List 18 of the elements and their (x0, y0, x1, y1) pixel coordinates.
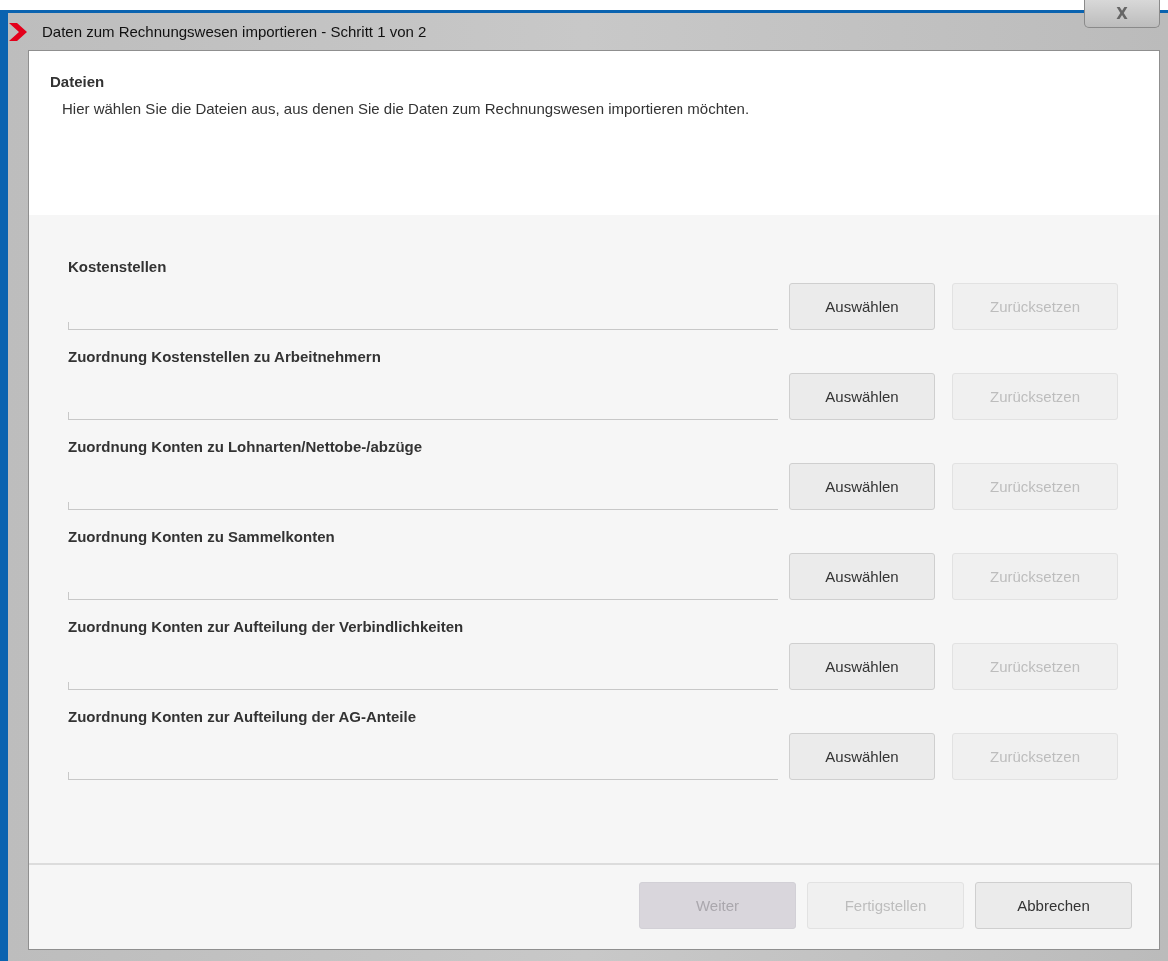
select-button[interactable]: Auswählen (789, 463, 935, 510)
field-label: Zuordnung Konten zu Sammelkonten (68, 527, 335, 547)
select-button[interactable]: Auswählen (789, 373, 935, 420)
select-button[interactable]: Auswählen (789, 553, 935, 600)
section-description: Hier wählen Sie die Dateien aus, aus denen Sie die Daten zum Rechnungswesen importieren möchten. (62, 100, 750, 117)
field-label: Zuordnung Konten zu Lohnarten/Nettobe-/abzüge (68, 437, 423, 457)
select-button[interactable]: Auswählen (789, 283, 935, 330)
chevron-logo-icon (8, 21, 28, 42)
section-title: Dateien (50, 73, 105, 90)
window-title: Daten zum Rechnungswesen importieren - Schritt 1 von 2 (42, 23, 427, 40)
cancel-button[interactable]: Abbrechen (975, 881, 1132, 929)
select-button[interactable]: Auswählen (789, 733, 935, 780)
close-button[interactable]: X (1084, 0, 1160, 28)
field-label: Zuordnung Konten zur Aufteilung der AG-Anteile (68, 707, 417, 727)
field-label: Zuordnung Kostenstellen zu Arbeitnehmern (68, 347, 381, 367)
field-label: Zuordnung Konten zur Aufteilung der Verbindlichkeiten (68, 617, 464, 637)
field-label: Kostenstellen (68, 257, 167, 277)
select-button[interactable]: Auswählen (789, 643, 935, 690)
